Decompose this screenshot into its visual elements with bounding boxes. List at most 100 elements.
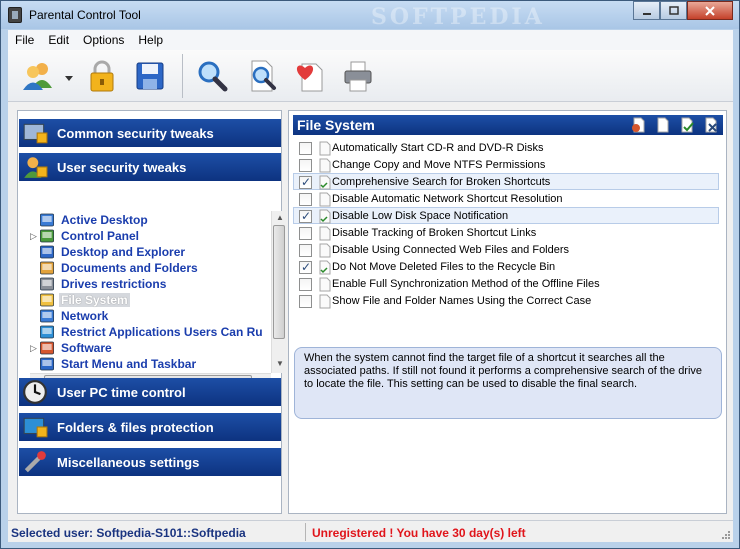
option-row[interactable]: Show File and Folder Names Using the Cor… <box>293 292 719 309</box>
software-icon <box>40 341 54 355</box>
option-checkbox[interactable] <box>299 193 312 206</box>
option-row[interactable]: Disable Tracking of Broken Shortcut Link… <box>293 224 719 241</box>
band-label: Common security tweaks <box>57 126 214 141</box>
option-checkbox[interactable] <box>299 142 312 155</box>
maximize-button[interactable] <box>660 1 687 20</box>
tree-item-desktop-and-explorer[interactable]: Desktop and Explorer <box>30 244 270 260</box>
tree-item-documents-and-folders[interactable]: Documents and Folders <box>30 260 270 276</box>
scroll-down-icon[interactable]: ▼ <box>276 359 284 368</box>
resize-grip-icon[interactable] <box>721 530 731 540</box>
title-bar[interactable]: Parental Control Tool SOFTPEDIA <box>1 1 739 30</box>
lock-button[interactable] <box>84 58 120 94</box>
minimize-icon <box>642 12 651 15</box>
start-menu-icon <box>40 357 54 371</box>
option-checkbox[interactable]: ✓ <box>299 209 312 223</box>
document-icon <box>319 158 331 173</box>
band-user-pc-time-control[interactable]: User PC time control <box>19 378 281 406</box>
option-checkbox[interactable] <box>299 227 312 240</box>
tree-vertical-scrollbar[interactable]: ▲ ▼ <box>271 211 286 373</box>
clock-icon <box>23 380 47 404</box>
document-icon <box>319 243 331 258</box>
tree-item-label: Software <box>61 341 112 355</box>
document-icon <box>319 226 331 241</box>
close-button[interactable] <box>687 1 733 20</box>
band-common-security-tweaks[interactable]: Common security tweaks <box>19 119 281 147</box>
app-icon[interactable] <box>8 7 22 23</box>
tree-item-file-system[interactable]: File System <box>30 292 270 308</box>
option-row[interactable]: Disable Automatic Network Shortcut Resol… <box>293 190 719 207</box>
tools-icon <box>24 451 46 473</box>
right-panel: File System Automatically Start CD-R and… <box>288 110 727 514</box>
menu-bar: File Edit Options Help <box>8 30 733 50</box>
tree-item-control-panel[interactable]: ▷ Control Panel <box>30 228 270 244</box>
tree-item-label: File System <box>59 293 130 307</box>
menu-options[interactable]: Options <box>76 30 131 50</box>
option-checkbox[interactable] <box>299 159 312 172</box>
tree-item-network[interactable]: Network <box>30 308 270 324</box>
users-button[interactable] <box>20 58 56 94</box>
expand-arrow-icon[interactable]: ▷ <box>30 343 38 353</box>
user-lock-icon <box>24 157 48 178</box>
option-row[interactable]: Automatically Start CD-R and DVD-R Disks <box>293 139 719 156</box>
menu-file[interactable]: File <box>8 30 41 50</box>
band-user-security-tweaks[interactable]: User security tweaks <box>19 153 281 181</box>
minimize-button[interactable] <box>633 1 660 20</box>
option-row[interactable]: ✓ Disable Low Disk Space Notification <box>293 207 719 224</box>
option-checkbox[interactable]: ✓ <box>299 260 312 274</box>
favorite-document-button[interactable] <box>292 58 328 94</box>
tree-item-label: Network <box>61 309 109 323</box>
option-label: Disable Automatic Network Shortcut Resol… <box>332 193 563 205</box>
selected-user-status: Selected user: Softpedia-S101::Softpedia <box>11 526 246 540</box>
checked-doc-icon[interactable] <box>631 117 647 133</box>
option-row[interactable]: Enable Full Synchronization Method of th… <box>293 275 719 292</box>
option-checkbox[interactable]: ✓ <box>299 175 312 189</box>
uncheck-all-icon[interactable] <box>703 117 719 133</box>
option-checkbox[interactable] <box>299 278 312 291</box>
option-label: Show File and Folder Names Using the Cor… <box>332 295 592 307</box>
expand-arrow-icon[interactable]: ▷ <box>30 231 38 241</box>
maximize-icon <box>668 5 679 15</box>
option-checkbox[interactable] <box>299 295 312 308</box>
option-row[interactable]: ✓ Do Not Move Deleted Files to the Recycl… <box>293 258 719 275</box>
tree-item-software[interactable]: ▷ Software <box>30 340 270 356</box>
option-row[interactable]: ✓ Comprehensive Search for Broken Shortcu… <box>293 173 719 190</box>
folder-lock-icon <box>23 417 48 438</box>
search-document-button[interactable] <box>244 58 280 94</box>
print-button[interactable] <box>340 58 376 94</box>
band-label: Miscellaneous settings <box>57 455 200 470</box>
tree-item-label: Desktop and Explorer <box>61 245 186 259</box>
explorer-icon <box>40 245 54 259</box>
drive-icon <box>40 277 54 291</box>
search-button[interactable] <box>194 58 230 94</box>
menu-help[interactable]: Help <box>131 30 170 50</box>
option-label: Do Not Move Deleted Files to the Recycle… <box>332 261 556 273</box>
registration-status: Unregistered ! You have 30 day(s) left <box>312 526 526 540</box>
option-row[interactable]: Change Copy and Move NTFS Permissions <box>293 156 719 173</box>
watermark: SOFTPEDIA <box>371 4 545 30</box>
blank-doc-icon[interactable] <box>655 117 671 133</box>
band-folders-files-protection[interactable]: Folders & files protection <box>19 413 281 441</box>
tree-item-drives-restrictions[interactable]: Drives restrictions <box>30 276 270 292</box>
users-dropdown-arrow-icon[interactable] <box>64 74 74 82</box>
tree-item-start-menu-and-taskbar[interactable]: Start Menu and Taskbar <box>30 356 270 371</box>
save-button[interactable] <box>132 58 168 94</box>
tree-item-label: Restrict Applications Users Can Ru <box>61 325 263 339</box>
section-header: File System <box>293 115 723 135</box>
status-bar: Selected user: Softpedia-S101::Softpedia… <box>8 520 733 542</box>
option-checkbox[interactable] <box>299 244 312 257</box>
check-mark-icon: ✓ <box>301 260 312 274</box>
tree-item-active-desktop[interactable]: Active Desktop <box>30 213 270 228</box>
band-label: User security tweaks <box>57 160 187 175</box>
control-panel-icon <box>40 229 54 243</box>
option-row[interactable]: Disable Using Connected Web Files and Fo… <box>293 241 719 258</box>
vertical-scroll-thumb[interactable] <box>273 225 285 339</box>
option-description: When the system cannot find the target f… <box>294 347 722 419</box>
scroll-up-icon[interactable]: ▲ <box>276 213 284 222</box>
tree-item-restrict-applications-users-can-ru[interactable]: Restrict Applications Users Can Ru <box>30 324 270 340</box>
tree-item-label: Active Desktop <box>61 213 148 227</box>
menu-edit[interactable]: Edit <box>41 30 76 50</box>
document-icon <box>319 277 331 292</box>
check-all-icon[interactable] <box>679 117 695 133</box>
band-miscellaneous-settings[interactable]: Miscellaneous settings <box>19 448 281 476</box>
document-icon <box>319 141 331 156</box>
